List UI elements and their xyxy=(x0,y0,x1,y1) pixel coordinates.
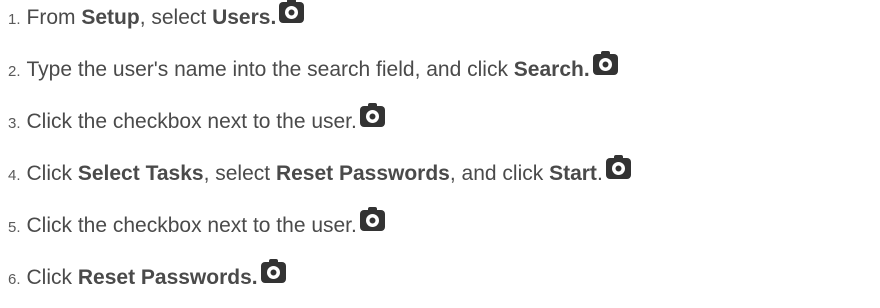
step-1: 1. From Setup, select Users. xyxy=(8,0,305,36)
step-2: 2. Type the user's name into the search … xyxy=(8,50,618,88)
step-6: 6. Click Reset Passwords. xyxy=(8,258,286,296)
step-3: 3. Click the checkbox next to the user. xyxy=(8,102,385,140)
step-number: 6. xyxy=(8,271,21,288)
step-text-bold: Setup xyxy=(81,6,140,29)
step-text-part: Click the checkbox next to the user. xyxy=(26,214,357,237)
step-text: Click the checkbox next to the user. xyxy=(27,110,357,134)
camera-icon[interactable] xyxy=(605,154,631,179)
step-text-bold: Users. xyxy=(212,6,277,29)
instruction-steps-list: 1. From Setup, select Users. 2. Type the… xyxy=(0,0,880,308)
step-text-bold: Search. xyxy=(513,58,590,81)
step-text-part: , select xyxy=(139,6,213,29)
step-number: 5. xyxy=(8,219,21,236)
camera-icon[interactable] xyxy=(260,258,286,283)
step-text-part: . xyxy=(596,162,603,185)
camera-icon[interactable] xyxy=(592,50,618,75)
step-4: 4. Click Select Tasks, select Reset Pass… xyxy=(8,154,631,192)
step-text-bold: Select Tasks xyxy=(77,162,204,185)
step-text-bold: Reset Passwords xyxy=(275,162,450,185)
step-text: From Setup, select Users. xyxy=(27,6,277,30)
step-text-part: , select xyxy=(203,162,276,185)
camera-icon[interactable] xyxy=(359,102,385,127)
camera-icon[interactable] xyxy=(279,0,305,23)
step-number: 3. xyxy=(8,115,21,132)
step-text-part: Type the user's name into the search fie… xyxy=(26,58,514,81)
step-text-bold: Reset Passwords. xyxy=(77,266,258,289)
step-text-part: Click the checkbox next to the user. xyxy=(26,110,357,133)
step-5: 5. Click the checkbox next to the user. xyxy=(8,206,385,244)
step-number: 2. xyxy=(8,63,21,80)
step-text-part: From xyxy=(26,6,82,29)
step-text: Click Reset Passwords. xyxy=(27,266,258,290)
step-number: 4. xyxy=(8,167,21,184)
step-text-part: Click xyxy=(26,266,78,289)
step-text: Type the user's name into the search fie… xyxy=(27,58,590,82)
step-text-bold: Start xyxy=(549,162,597,185)
step-number: 1. xyxy=(8,11,21,28)
step-text: Click the checkbox next to the user. xyxy=(27,214,357,238)
step-text-part: , and click xyxy=(449,162,550,185)
step-text: Click Select Tasks, select Reset Passwor… xyxy=(27,162,603,186)
camera-icon[interactable] xyxy=(359,206,385,231)
step-text-part: Click xyxy=(26,162,78,185)
